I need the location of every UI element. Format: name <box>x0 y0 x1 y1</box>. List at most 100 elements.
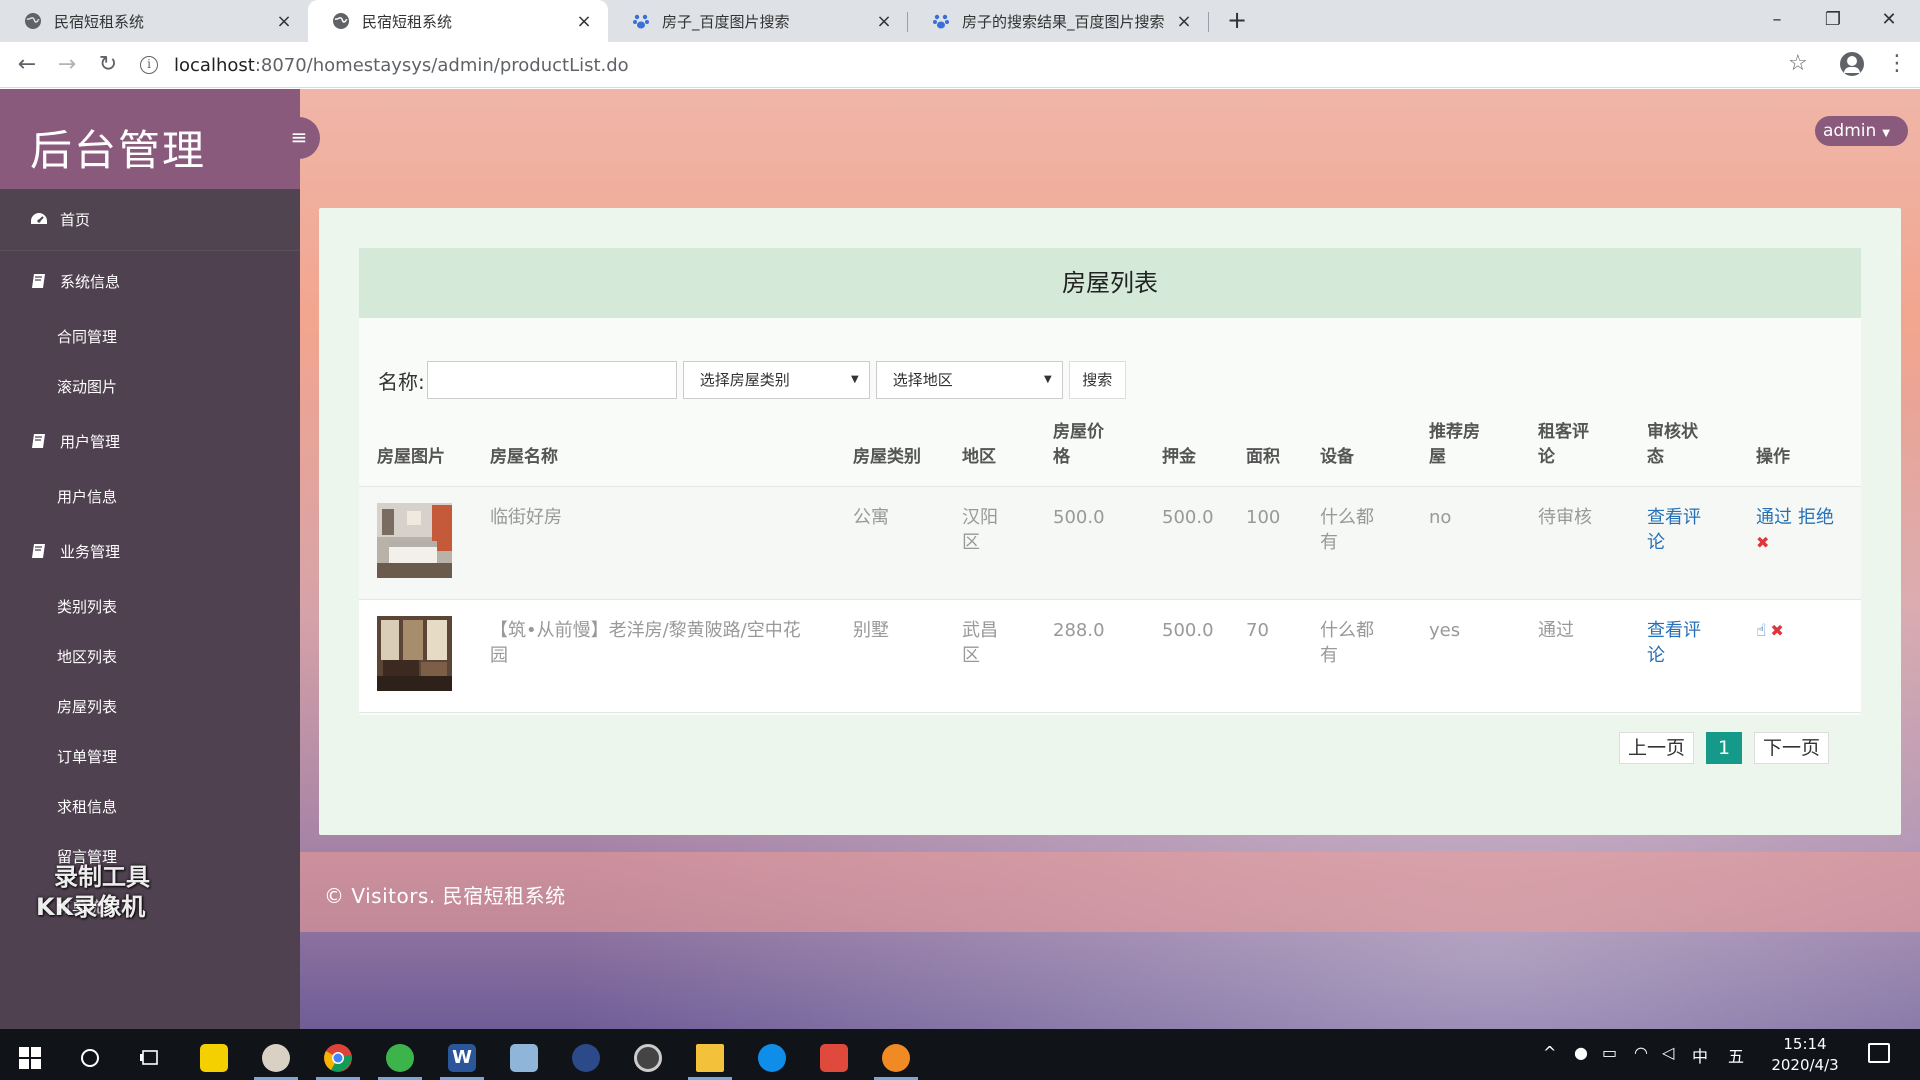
house-photo[interactable] <box>377 615 452 691</box>
browser-tab[interactable]: 房子的搜索结果_百度图片搜索 × <box>908 0 1208 42</box>
info-icon[interactable]: i <box>140 56 158 74</box>
page-1-button[interactable]: 1 <box>1705 732 1742 764</box>
close-tab-icon[interactable]: × <box>874 11 894 32</box>
sidebar-item-home[interactable]: 首页 <box>0 189 300 251</box>
taskbar: W ^ ● ▭ ◠ ◁ 中 五 15:14 2020/4/3 <box>0 1029 1920 1080</box>
file-explorer-icon[interactable] <box>682 1035 738 1080</box>
browser-tab[interactable]: 民宿短租系统 × <box>0 0 308 42</box>
comments-cell: 查看评论 <box>1629 486 1738 600</box>
notification-icon[interactable] <box>1868 1043 1890 1063</box>
address-bar[interactable]: i localhost:8070/homestaysys/admin/produ… <box>140 48 1780 82</box>
taskbar-clock[interactable]: 15:14 2020/4/3 <box>1770 1034 1840 1076</box>
chrome-icon[interactable] <box>310 1035 366 1080</box>
green-browser-icon[interactable] <box>372 1035 428 1080</box>
view-comments-link[interactable]: 查看评论 <box>1647 507 1701 553</box>
user-menu-button[interactable]: admin ▼ <box>1815 116 1908 146</box>
house-category: 别墅 <box>835 599 944 713</box>
house-recommend: yes <box>1411 599 1520 713</box>
tray-expand-icon[interactable]: ^ <box>1543 1043 1556 1062</box>
url-text: localhost:8070/homestaysys/admin/product… <box>174 54 629 76</box>
sidebar-item-regions[interactable]: 地区列表 <box>0 631 300 681</box>
delete-icon[interactable]: ✖ <box>1756 530 1769 555</box>
sidebar-group-label: 用户管理 <box>60 432 121 451</box>
dashboard-icon <box>30 212 48 228</box>
teamviewer-icon[interactable] <box>744 1035 800 1080</box>
sidebar-item-categories[interactable]: 类别列表 <box>0 581 300 631</box>
tray-app-icon[interactable]: ● <box>1574 1043 1588 1062</box>
close-tab-icon[interactable]: × <box>1174 11 1194 32</box>
forward-icon[interactable]: → <box>53 51 81 79</box>
search-icon[interactable] <box>62 1035 118 1080</box>
globe-icon <box>332 12 350 30</box>
reject-link[interactable]: 拒绝 <box>1798 507 1834 528</box>
house-image-cell <box>359 486 472 600</box>
caret-down-icon: ▼ <box>1882 128 1890 139</box>
content-card: 房屋列表 名称: 选择房屋类别 ▼ 选择地区 ▼ 搜索 房屋图片 房屋名称 房屋… <box>319 208 1901 835</box>
browser-tab-active[interactable]: 民宿短租系统 × <box>308 0 608 42</box>
name-label: 名称: <box>378 369 425 394</box>
column-header: 面积 <box>1228 416 1302 487</box>
region-select[interactable]: 选择地区 ▼ <box>875 361 1063 399</box>
table-row: 【筑•从前慢】老洋房/黎黄陂路/空中花园 别墅 武昌区 288.0 500.0 … <box>359 599 1861 713</box>
close-tab-icon[interactable]: × <box>274 11 294 32</box>
sidebar-item-user-info[interactable]: 用户信息 <box>0 471 300 521</box>
approve-link[interactable]: 通过 <box>1756 507 1792 528</box>
next-page-button[interactable]: 下一页 <box>1753 732 1829 764</box>
house-region: 汉阳区 <box>944 486 1035 600</box>
caret-down-icon: ▼ <box>851 374 859 385</box>
close-window-icon[interactable]: ✕ <box>1866 4 1912 36</box>
sidebar-group-label: 系统信息 <box>60 272 121 291</box>
house-photo[interactable] <box>377 502 452 578</box>
sidebar-group-system[interactable]: 系统信息 <box>0 251 300 311</box>
volume-icon[interactable]: ◁ <box>1662 1043 1674 1062</box>
sidebar-item-orders[interactable]: 订单管理 <box>0 731 300 781</box>
view-comments-link[interactable]: 查看评论 <box>1647 620 1701 666</box>
restore-icon[interactable]: ❐ <box>1810 4 1856 36</box>
delete-icon[interactable]: ✖ <box>1770 618 1783 643</box>
eclipse-icon[interactable] <box>558 1035 614 1080</box>
book-icon <box>30 433 48 449</box>
house-equipment: 什么都有 <box>1302 599 1411 713</box>
minimize-icon[interactable]: – <box>1754 4 1800 36</box>
sidebar-item-contracts[interactable]: 合同管理 <box>0 311 300 361</box>
hamburger-menu-icon[interactable]: ≡ <box>278 117 320 159</box>
more-menu-icon[interactable]: ⋮ <box>1886 51 1908 76</box>
book-icon <box>30 273 48 289</box>
search-button[interactable]: 搜索 <box>1068 361 1126 399</box>
word-icon[interactable]: W <box>434 1035 490 1080</box>
reload-icon[interactable]: ↻ <box>94 51 122 79</box>
sidebar-group-users[interactable]: 用户管理 <box>0 411 300 471</box>
sidebar-item-houses[interactable]: 房屋列表 <box>0 681 300 731</box>
ime-mode[interactable]: 五 <box>1728 1043 1744 1067</box>
sidebar-item-carousel[interactable]: 滚动图片 <box>0 361 300 411</box>
wifi-icon[interactable]: ◠ <box>1634 1043 1648 1062</box>
panel-title: 房屋列表 <box>359 248 1861 318</box>
back-icon[interactable]: ← <box>13 51 41 79</box>
column-header: 房屋类别 <box>835 416 944 487</box>
globe-icon <box>24 12 42 30</box>
browser-tab[interactable]: 房子_百度图片搜索 × <box>608 0 908 42</box>
prev-page-button[interactable]: 上一页 <box>1618 732 1694 764</box>
red-app-icon[interactable] <box>806 1035 862 1080</box>
name-search-input[interactable] <box>426 361 677 399</box>
screen-recorder-icon[interactable] <box>868 1035 924 1080</box>
notebook-app-icon[interactable] <box>496 1035 552 1080</box>
windows-start-icon[interactable] <box>2 1035 58 1080</box>
recommend-hand-icon[interactable]: ☝ <box>1756 619 1766 644</box>
sticky-notes-icon[interactable] <box>186 1035 242 1080</box>
settings-gear-icon[interactable] <box>620 1035 676 1080</box>
account-icon[interactable] <box>1840 52 1864 76</box>
house-name: 【筑•从前慢】老洋房/黎黄陂路/空中花园 <box>472 599 835 713</box>
category-select[interactable]: 选择房屋类别 ▼ <box>682 361 870 399</box>
bookmark-star-icon[interactable]: ☆ <box>1788 51 1808 76</box>
new-tab-button[interactable]: + <box>1222 6 1252 36</box>
ime-language[interactable]: 中 <box>1692 1043 1708 1067</box>
sidebar-item-rent-requests[interactable]: 求租信息 <box>0 781 300 831</box>
battery-icon[interactable]: ▭ <box>1602 1043 1617 1062</box>
pen-app-icon[interactable] <box>248 1035 304 1080</box>
baidu-paw-icon <box>632 12 650 30</box>
task-view-icon[interactable] <box>122 1035 178 1080</box>
pagination: 上一页 1 下一页 <box>1607 732 1829 764</box>
close-tab-icon[interactable]: × <box>574 11 594 32</box>
sidebar-group-business[interactable]: 业务管理 <box>0 521 300 581</box>
